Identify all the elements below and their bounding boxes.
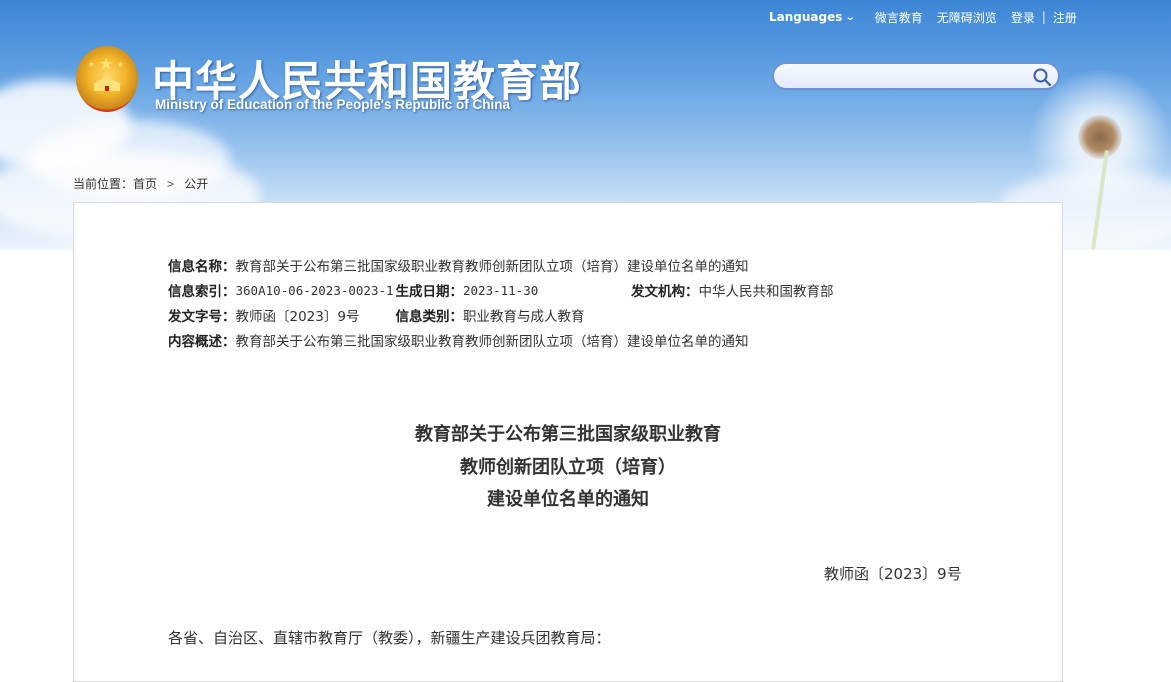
document-number: 教师函〔2023〕9号 [824,565,962,583]
meta-row-name: 信息名称： 教育部关于公布第三批国家级职业教育教师创新团队立项（培育）建设单位名… [168,256,749,275]
search-box [772,62,1060,90]
star-icon: ★ [117,60,125,69]
document-title-line-2: 教师创新团队立项（培育） [460,457,676,478]
wechat-link[interactable]: 微言教育 [875,9,923,26]
dandelion-core-decoration [1078,115,1122,159]
top-nav: Languages ⌄ 微言教育 无障碍浏览 登录 | 注册 [769,9,1077,25]
accessible-browse-link[interactable]: 无障碍浏览 [937,9,997,26]
breadcrumb-home-link[interactable]: 首页 [133,177,157,191]
star-icon: ★ [88,60,96,69]
meta-docno-key: 发文字号： [168,309,236,325]
meta-date-value: 2023-11-30 [463,282,539,298]
meta-name-key: 信息名称： [168,259,236,275]
meta-index-value: 360A10-06-2023-0023-1 [235,282,394,298]
search-icon[interactable] [1032,67,1052,87]
register-link[interactable]: 注册 [1053,9,1077,26]
meta-issuer-key: 发文机构： [631,284,699,300]
login-link[interactable]: 登录 [1011,9,1035,26]
chevron-down-icon: ⌄ [845,11,857,23]
meta-index-key: 信息索引： [168,284,236,300]
document-title-line-3: 建设单位名单的通知 [487,489,649,510]
breadcrumb: 当前位置：首页 > 公开 [73,175,208,192]
national-emblem-logo[interactable]: ★ ★ ★ [76,46,138,112]
breadcrumb-current-link[interactable]: 公开 [184,177,208,191]
nav-separator: | [1041,10,1046,24]
meta-summary-key: 内容概述： [168,334,236,350]
meta-row-docno: 发文字号： 教师函〔2023〕9号 信息类别： 职业教育与成人教育 [168,306,585,325]
breadcrumb-label: 当前位置： [73,177,134,191]
site-title-en: Ministry of Education of the People's Re… [155,97,510,112]
languages-menu[interactable]: Languages ⌄ [769,10,857,24]
meta-category-value: 职业教育与成人教育 [463,309,585,325]
breadcrumb-arrow-icon: > [167,177,175,191]
search-input[interactable] [784,66,1028,88]
languages-label: Languages [769,10,843,24]
meta-date-key: 生成日期： [395,284,464,300]
meta-issuer-value: 中华人民共和国教育部 [698,284,834,300]
meta-docno-value: 教师函〔2023〕9号 [235,309,360,325]
star-icon: ★ [99,54,114,73]
meta-name-value: 教育部关于公布第三批国家级职业教育教师创新团队立项（培育）建设单位名单的通知 [235,259,749,275]
meta-summary-value: 教育部关于公布第三批国家级职业教育教师创新团队立项（培育）建设单位名单的通知 [235,334,749,350]
document-salutation: 各省、自治区、直辖市教育厅（教委），新疆生产建设兵团教育局： [168,629,611,647]
meta-row-summary: 内容概述： 教育部关于公布第三批国家级职业教育教师创新团队立项（培育）建设单位名… [168,331,749,350]
document-title-line-1: 教育部关于公布第三批国家级职业教育 [415,424,721,445]
meta-category-key: 信息类别： [395,309,464,325]
meta-row-index: 信息索引： 360A10-06-2023-0023-1 生成日期： 2023-1… [168,281,834,301]
tiananmen-icon [92,77,122,91]
